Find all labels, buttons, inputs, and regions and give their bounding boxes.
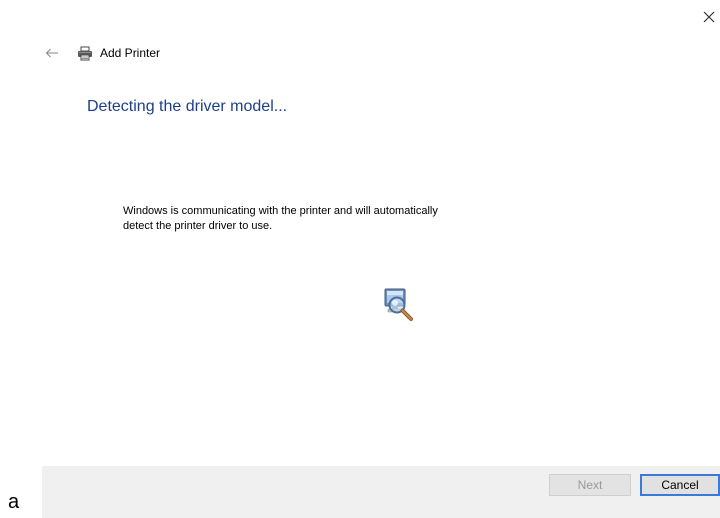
- dialog-footer: Next Cancel: [42, 466, 720, 518]
- header-title: Add Printer: [100, 46, 161, 60]
- back-button[interactable]: [42, 43, 62, 63]
- close-icon: [703, 11, 715, 23]
- status-description: Windows is communicating with the printe…: [123, 205, 438, 232]
- back-arrow-icon: [45, 48, 58, 58]
- stray-text: a: [8, 491, 20, 513]
- cancel-button[interactable]: Cancel: [640, 474, 720, 496]
- close-button[interactable]: [698, 6, 720, 28]
- add-printer-dialog: Add Printer Detecting the driver model..…: [0, 0, 720, 518]
- dialog-header: Add Printer: [42, 42, 160, 64]
- printer-icon: [76, 45, 94, 61]
- magnifier-computer-icon: [380, 286, 420, 326]
- page-title: Detecting the driver model...: [87, 98, 288, 115]
- next-button[interactable]: Next: [549, 474, 631, 496]
